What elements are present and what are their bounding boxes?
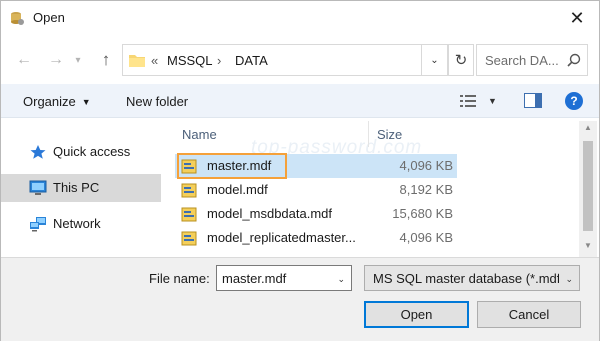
file-name-label: File name: <box>149 271 210 286</box>
nav-item-quick-access[interactable]: Quick access <box>1 138 161 166</box>
up-button[interactable]: ↑ <box>95 49 117 71</box>
file-type-select[interactable]: MS SQL master database (*.mdf) ⌄ <box>364 265 580 291</box>
navigation-pane: Quick access This PC Network <box>1 119 161 257</box>
chevron-down-icon[interactable]: ⌄ <box>337 274 345 285</box>
file-name: model_replicatedmaster... <box>207 230 356 245</box>
column-header-name[interactable]: Name <box>182 127 217 142</box>
open-dialog: Open ✕ ← → ▾ ↑ « MSSQL › DATA ⌄ ↻ Search… <box>0 0 600 341</box>
file-name-value: master.mdf <box>222 271 287 286</box>
back-button[interactable]: ← <box>13 49 35 71</box>
address-row: ← → ▾ ↑ « MSSQL › DATA ⌄ ↻ Search DA... <box>1 41 599 77</box>
file-name-field[interactable]: master.mdf ⌄ <box>216 265 352 291</box>
address-dropdown-button[interactable]: ⌄ <box>422 44 448 76</box>
caret-down-icon: ▼ <box>81 97 91 107</box>
forward-button[interactable]: → <box>45 49 67 71</box>
view-details-icon[interactable] <box>460 94 476 108</box>
scroll-up-icon[interactable]: ▲ <box>579 123 597 137</box>
search-placeholder: Search DA... <box>485 53 559 68</box>
nav-label: Quick access <box>53 144 131 159</box>
database-file-icon <box>181 207 197 222</box>
file-list: top-password.com Name Size master.mdf 4,… <box>161 119 599 257</box>
organize-label: Organize <box>23 94 76 109</box>
organize-menu[interactable]: Organize ▼ <box>23 94 91 109</box>
folder-icon <box>129 55 145 67</box>
address-bar[interactable]: « MSSQL › DATA <box>122 44 422 76</box>
file-row-model-msdbdata-mdf[interactable]: model_msdbdata.mdf 15,680 KB <box>175 202 457 226</box>
nav-label: Network <box>53 216 101 231</box>
dialog-footer: File name: master.mdf ⌄ MS SQL master da… <box>1 257 599 341</box>
computer-icon <box>29 180 47 195</box>
refresh-button[interactable]: ↻ <box>448 44 474 76</box>
close-button[interactable]: ✕ <box>555 1 599 35</box>
star-icon <box>30 145 46 159</box>
refresh-icon: ↻ <box>454 52 468 69</box>
nav-label: This PC <box>53 180 100 195</box>
nav-item-network[interactable]: Network <box>1 210 161 238</box>
database-file-icon <box>181 183 197 198</box>
address-segment-data[interactable]: DATA <box>235 53 268 68</box>
view-options-caret-icon[interactable]: ▼ <box>488 96 497 106</box>
close-icon: ✕ <box>569 7 585 28</box>
file-type-value: MS SQL master database (*.mdf) <box>373 271 559 286</box>
address-segment-mssql[interactable]: MSSQL <box>167 53 213 68</box>
column-header-size[interactable]: Size <box>377 127 402 142</box>
open-button[interactable]: Open <box>364 301 469 328</box>
chevron-down-icon: ⌄ <box>430 54 439 66</box>
arrow-up-icon: ↑ <box>101 50 111 69</box>
network-icon <box>30 217 46 232</box>
new-folder-button[interactable]: New folder <box>126 94 188 109</box>
file-size: 15,680 KB <box>392 206 453 221</box>
command-toolbar: Organize ▼ New folder ▼ ? <box>1 84 599 118</box>
file-name: model.mdf <box>207 182 268 197</box>
address-overflow[interactable]: « <box>151 53 158 68</box>
recent-locations-button[interactable]: ▾ <box>67 49 89 71</box>
chevron-down-icon: ▾ <box>75 54 81 66</box>
search-icon <box>567 53 581 67</box>
file-row-model-replicatedmaster[interactable]: model_replicatedmaster... 4,096 KB <box>175 226 457 250</box>
scroll-down-icon[interactable]: ▼ <box>579 241 597 255</box>
database-file-icon <box>181 231 197 246</box>
chevron-down-icon: ⌄ <box>565 274 573 284</box>
file-name: model_msdbdata.mdf <box>207 206 333 221</box>
scrollbar-thumb[interactable] <box>583 141 593 231</box>
file-row-model-mdf[interactable]: model.mdf 8,192 KB <box>175 178 457 202</box>
arrow-left-icon: ← <box>16 51 32 68</box>
file-size: 4,096 KB <box>399 230 454 245</box>
window-title: Open <box>33 10 65 25</box>
nav-item-this-pc[interactable]: This PC <box>1 174 161 202</box>
focus-highlight <box>177 153 287 179</box>
title-bar: Open ✕ <box>1 1 599 35</box>
file-size: 8,192 KB <box>399 182 454 197</box>
address-separator[interactable]: › <box>217 53 221 68</box>
database-icon <box>11 12 24 25</box>
column-divider[interactable] <box>368 121 369 147</box>
search-input[interactable]: Search DA... <box>476 44 588 76</box>
cancel-button[interactable]: Cancel <box>477 301 581 328</box>
file-size: 4,096 KB <box>399 158 454 173</box>
vertical-scrollbar[interactable]: ▲ ▼ <box>579 121 597 257</box>
help-icon[interactable]: ? <box>565 92 583 110</box>
arrow-right-icon: → <box>48 51 64 68</box>
preview-pane-icon[interactable] <box>524 93 542 108</box>
